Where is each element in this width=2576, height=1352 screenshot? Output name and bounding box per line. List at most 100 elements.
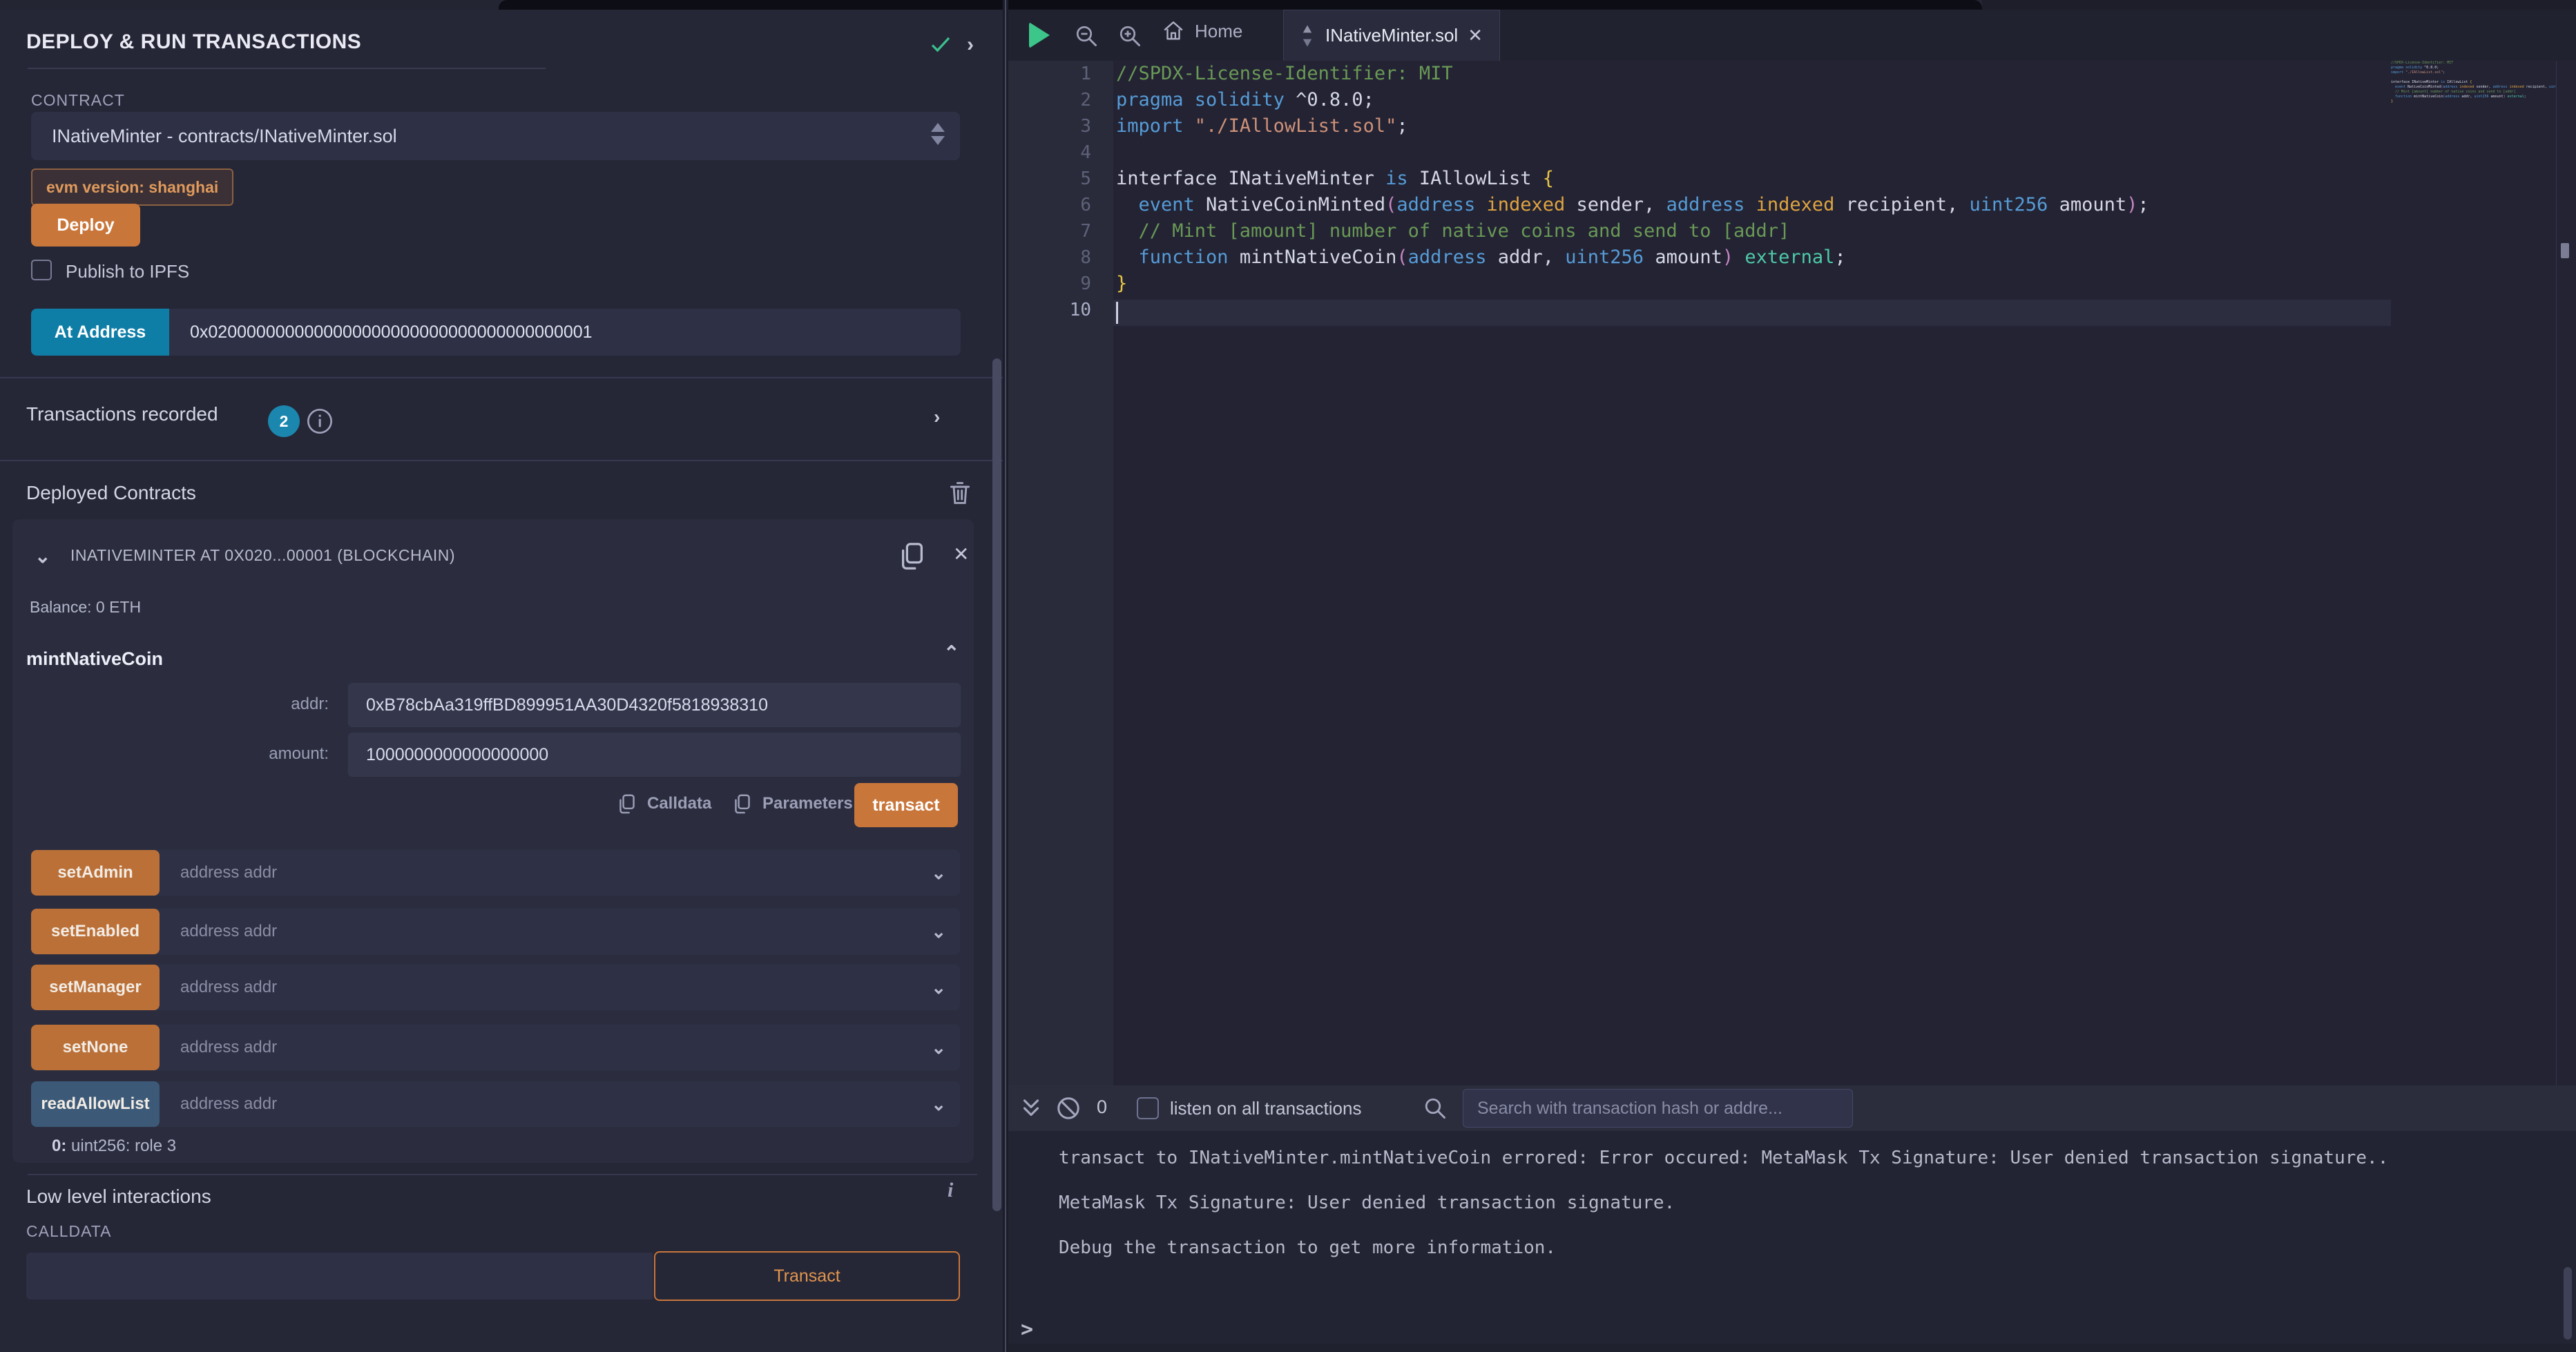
amount-arg-label: amount:: [25, 744, 329, 764]
line-number: 3: [1008, 113, 1091, 139]
expand-args-chevron-icon[interactable]: ⌄: [931, 862, 960, 884]
low-level-info-icon[interactable]: i: [948, 1179, 953, 1202]
tab-home[interactable]: Home: [1162, 19, 1242, 43]
readallowlist-button[interactable]: readAllowList: [31, 1081, 160, 1127]
setmanager-button[interactable]: setManager: [31, 965, 160, 1010]
contract-select[interactable]: INativeMinter - contracts/INativeMinter.…: [31, 112, 960, 160]
listen-transactions-checkbox[interactable]: [1137, 1097, 1159, 1119]
select-arrows-icon: [931, 123, 945, 145]
deploy-button[interactable]: Deploy: [31, 204, 140, 247]
listen-transactions-label: listen on all transactions: [1170, 1098, 1361, 1119]
code-line: pragma solidity ^0.8.0;: [1116, 87, 1374, 113]
terminal-search-input[interactable]: [1463, 1089, 1853, 1128]
contract-select-value: INativeMinter - contracts/INativeMinter.…: [52, 126, 397, 147]
solidity-icon: [1299, 24, 1316, 48]
addr-arg-label: addr:: [25, 695, 329, 714]
text-cursor: [1116, 302, 1118, 324]
addr-arg-input[interactable]: [348, 683, 961, 727]
search-icon: [1423, 1096, 1448, 1121]
collapse-function-chevron-icon[interactable]: ⌃: [943, 641, 959, 664]
parameters-copy-action[interactable]: Parameters: [732, 792, 853, 815]
readallowlist-arg-placeholder[interactable]: address addr: [160, 1094, 931, 1114]
minimap[interactable]: //SPDX-License-Identifier: MITpragma sol…: [2391, 61, 2557, 1085]
terminal-log-line: Debug the transaction to get more inform…: [1059, 1237, 1556, 1258]
terminal-log-line: MetaMask Tx Signature: User denied trans…: [1059, 1192, 1675, 1213]
deployed-contract-title: INATIVEMINTER AT 0X020...00001 (BLOCKCHA…: [70, 546, 455, 565]
at-address-button[interactable]: At Address: [31, 309, 169, 356]
calldata-copy-action[interactable]: Calldata: [617, 792, 711, 815]
left-panel-scrollbar[interactable]: [992, 358, 1001, 1211]
copy-icon: [732, 792, 753, 815]
low-level-transact-button[interactable]: Transact: [654, 1251, 960, 1301]
expand-args-chevron-icon[interactable]: ⌄: [931, 1094, 960, 1115]
panel-collapse-chevron-icon[interactable]: ›: [967, 33, 974, 57]
panel-title: DEPLOY & RUN TRANSACTIONS: [26, 30, 361, 54]
line-number: 6: [1008, 192, 1091, 218]
code-line: //SPDX-License-Identifier: MIT: [1116, 61, 1453, 87]
close-tab-icon[interactable]: ✕: [1468, 25, 1483, 46]
transactions-info-icon[interactable]: [306, 407, 334, 435]
window-top-strip: [0, 0, 2576, 10]
publish-ipfs-checkbox[interactable]: [31, 260, 52, 280]
function-row: readAllowList address addr ⌄: [31, 1081, 960, 1127]
setnone-arg-placeholder[interactable]: address addr: [160, 1038, 931, 1057]
line-number: 10: [1008, 297, 1091, 323]
copy-address-icon[interactable]: [898, 540, 927, 572]
expand-args-chevron-icon[interactable]: ⌄: [931, 977, 960, 998]
deploy-run-panel: DEPLOY & RUN TRANSACTIONS › CONTRACT INa…: [0, 10, 1003, 1352]
at-address-input[interactable]: [169, 309, 961, 356]
code-line: interface INativeMinter is IAllowList {: [1116, 166, 1554, 192]
remix-ide-window: DEPLOY & RUN TRANSACTIONS › CONTRACT INa…: [0, 0, 2576, 1352]
mintnativecoin-label: mintNativeCoin: [26, 648, 163, 670]
copy-icon: [617, 792, 637, 815]
editor-tabbar: Home INativeMinter.sol ✕: [1008, 10, 2576, 61]
run-script-play-icon[interactable]: [1029, 22, 1050, 48]
transactions-expand-chevron-icon[interactable]: ›: [934, 406, 940, 428]
setadmin-arg-placeholder[interactable]: address addr: [160, 863, 931, 882]
home-icon: [1162, 19, 1185, 43]
line-number: 1: [1008, 61, 1091, 87]
expand-terminal-chevrons-icon[interactable]: [1018, 1095, 1044, 1121]
line-number: 2: [1008, 87, 1091, 113]
tab-inativeminter-sol[interactable]: INativeMinter.sol ✕: [1283, 10, 1500, 61]
line-number: 8: [1008, 244, 1091, 271]
terminal-prompt[interactable]: >: [1021, 1317, 1033, 1342]
transact-button[interactable]: transact: [854, 783, 958, 827]
calldata-section-label: CALLDATA: [26, 1222, 111, 1241]
line-number: 5: [1008, 166, 1091, 192]
clear-console-ban-icon[interactable]: [1055, 1095, 1082, 1121]
zoom-in-icon[interactable]: [1117, 23, 1142, 48]
low-level-title: Low level interactions: [26, 1186, 211, 1208]
line-number: 9: [1008, 271, 1091, 297]
contract-balance: Balance: 0 ETH: [30, 598, 141, 617]
trash-icon[interactable]: [948, 479, 972, 507]
remove-contract-icon[interactable]: ✕: [953, 543, 969, 566]
line-number: 7: [1008, 218, 1091, 244]
expand-args-chevron-icon[interactable]: ⌄: [931, 921, 960, 943]
setenabled-button[interactable]: setEnabled: [31, 909, 160, 954]
zoom-out-icon[interactable]: [1074, 23, 1099, 48]
code-line: function mintNativeCoin(address addr, ui…: [1116, 244, 1846, 271]
terminal: 0 listen on all transactions transact to…: [1008, 1085, 2576, 1352]
low-level-calldata-input[interactable]: [26, 1253, 653, 1300]
amount-arg-input[interactable]: [348, 733, 961, 777]
contract-expand-chevron-icon[interactable]: ⌄: [35, 545, 50, 568]
contract-label: CONTRACT: [31, 91, 125, 110]
setmanager-arg-placeholder[interactable]: address addr: [160, 978, 931, 997]
setnone-button[interactable]: setNone: [31, 1025, 160, 1070]
code-line: // Mint [amount] number of native coins …: [1116, 218, 1789, 244]
setadmin-button[interactable]: setAdmin: [31, 850, 160, 896]
code-content[interactable]: //SPDX-License-Identifier: MITpragma sol…: [1113, 61, 2576, 1085]
code-line: event NativeCoinMinted(address indexed s…: [1116, 192, 2149, 218]
code-line: }: [1116, 271, 1127, 297]
terminal-toolbar: 0 listen on all transactions: [1008, 1085, 2576, 1131]
terminal-scrollbar[interactable]: [2564, 1267, 2572, 1340]
terminal-log-line: transact to INativeMinter.mintNativeCoin…: [1059, 1148, 2388, 1168]
function-row: setNone address addr ⌄: [31, 1025, 960, 1070]
setenabled-arg-placeholder[interactable]: address addr: [160, 922, 931, 941]
code-editor: Home INativeMinter.sol ✕ //SPDX-License-…: [1008, 10, 2576, 1085]
panel-resize-handle[interactable]: [1003, 0, 1008, 1352]
transactions-recorded-label: Transactions recorded: [26, 403, 218, 425]
expand-args-chevron-icon[interactable]: ⌄: [931, 1037, 960, 1059]
pending-tx-count: 0: [1097, 1097, 1107, 1118]
